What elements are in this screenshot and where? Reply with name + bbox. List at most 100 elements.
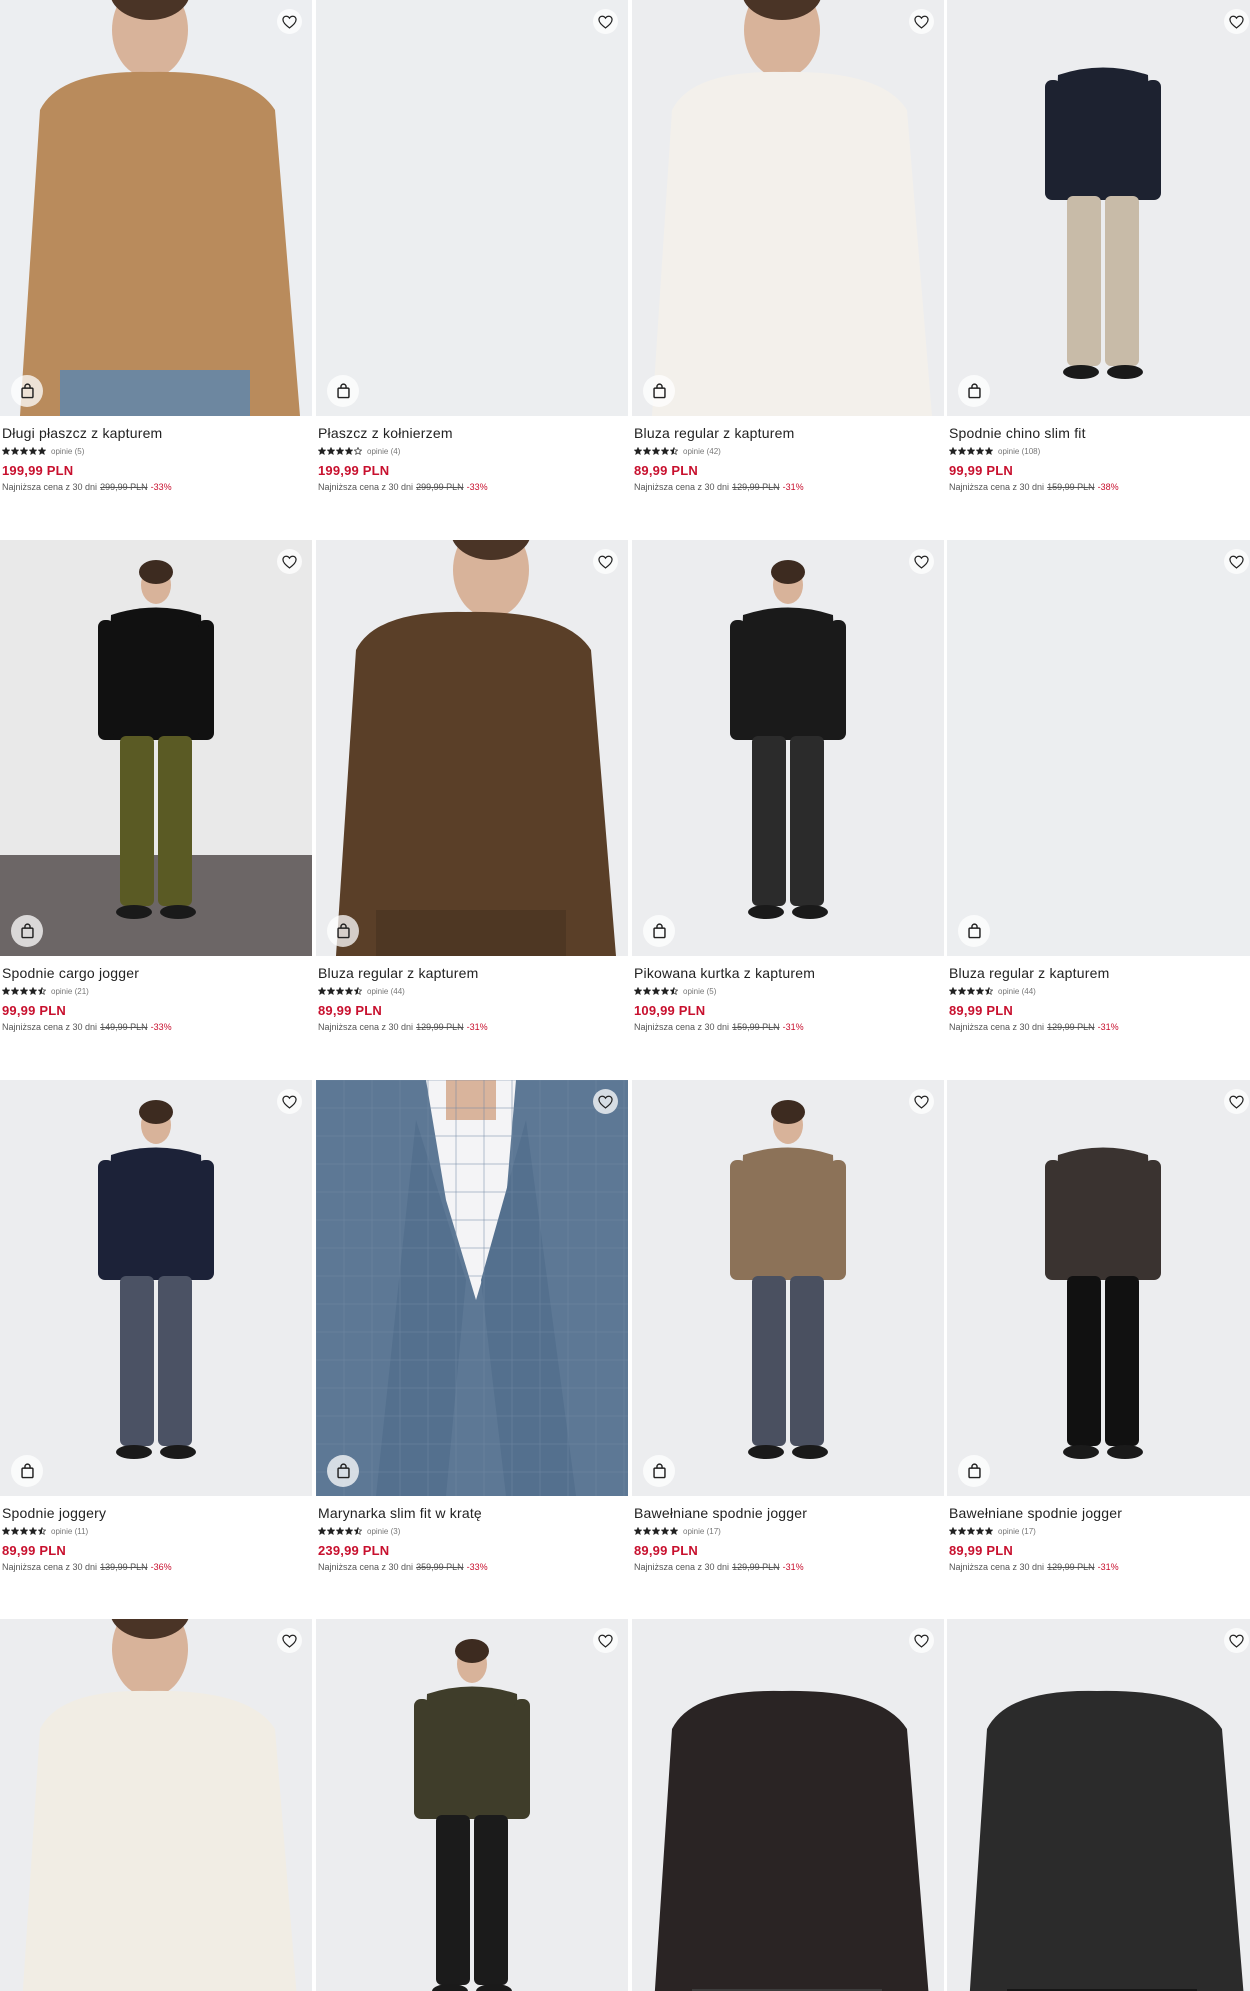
- star-icon: [643, 447, 651, 455]
- favorite-button[interactable]: [1224, 9, 1249, 34]
- favorite-button[interactable]: [909, 549, 934, 574]
- favorite-button[interactable]: [1224, 1628, 1249, 1653]
- add-to-cart-button[interactable]: [327, 375, 359, 407]
- add-to-cart-button[interactable]: [327, 1455, 359, 1487]
- product-name[interactable]: Bluza regular z kapturem: [318, 964, 626, 982]
- lowest-price-info: Najniższa cena z 30 dni 299,99 PLN -33%: [2, 482, 310, 492]
- favorite-button[interactable]: [277, 1628, 302, 1653]
- product-card[interactable]: Bawełniane spodnie jogger opinie (17) 89,9…: [632, 1080, 944, 1572]
- favorite-button[interactable]: [277, 9, 302, 34]
- product-card[interactable]: Bluza regular z kapturem opinie (42) 89,99…: [632, 0, 944, 492]
- reviews-count[interactable]: opinie (44): [998, 987, 1036, 996]
- rating-stars: [2, 1527, 46, 1535]
- reviews-count[interactable]: opinie (3): [367, 1527, 400, 1536]
- product-card[interactable]: Spodnie joggery opinie (11) 89,99 PLN Najni…: [0, 1080, 312, 1572]
- favorite-button[interactable]: [593, 1089, 618, 1114]
- product-card[interactable]: Spodnie cargo jogger opinie (21) 99,99 PLN…: [0, 540, 312, 1032]
- favorite-button[interactable]: [1224, 549, 1249, 574]
- product-name[interactable]: Bluza regular z kapturem: [949, 964, 1250, 982]
- favorite-button[interactable]: [593, 9, 618, 34]
- favorite-button[interactable]: [277, 1089, 302, 1114]
- lowest-price-label: Najniższa cena z 30 dni: [318, 482, 414, 492]
- lowest-price-info: Najniższa cena z 30 dni 149,99 PLN -33%: [2, 1022, 310, 1032]
- rating-stars: [2, 987, 46, 995]
- add-to-cart-button[interactable]: [11, 915, 43, 947]
- reviews-count[interactable]: opinie (17): [683, 1527, 721, 1536]
- add-to-cart-button[interactable]: [958, 375, 990, 407]
- discount-badge: -38%: [1097, 482, 1119, 492]
- product-name[interactable]: Spodnie joggery: [2, 1504, 310, 1522]
- product-photo: [0, 1080, 312, 1496]
- product-name[interactable]: Płaszcz z kołnierzem: [318, 424, 626, 442]
- reviews-count[interactable]: opinie (21): [51, 987, 89, 996]
- product-image[interactable]: [947, 1080, 1250, 1496]
- product-card[interactable]: [632, 1619, 944, 1991]
- product-card[interactable]: Bluza regular z kapturem opinie (44) 89,99…: [947, 540, 1250, 1032]
- product-card[interactable]: [0, 1619, 312, 1991]
- product-image[interactable]: [0, 540, 312, 956]
- favorite-button[interactable]: [277, 549, 302, 574]
- product-image[interactable]: [947, 0, 1250, 416]
- favorite-button[interactable]: [909, 9, 934, 34]
- product-name[interactable]: Marynarka slim fit w kratę: [318, 1504, 626, 1522]
- product-image[interactable]: [316, 1619, 628, 1991]
- reviews-count[interactable]: opinie (5): [683, 987, 716, 996]
- heart-icon: [1229, 1634, 1244, 1648]
- reviews-count[interactable]: opinie (44): [367, 987, 405, 996]
- product-image[interactable]: [947, 540, 1250, 956]
- add-to-cart-button[interactable]: [327, 915, 359, 947]
- add-to-cart-button[interactable]: [643, 1455, 675, 1487]
- add-to-cart-button[interactable]: [643, 375, 675, 407]
- product-image[interactable]: [0, 1080, 312, 1496]
- product-image[interactable]: [316, 1080, 628, 1496]
- favorite-button[interactable]: [909, 1628, 934, 1653]
- product-image[interactable]: [632, 0, 944, 416]
- heart-icon: [282, 555, 297, 569]
- product-card[interactable]: [947, 1619, 1250, 1991]
- product-name[interactable]: Pikowana kurtka z kapturem: [634, 964, 942, 982]
- product-name[interactable]: Bluza regular z kapturem: [634, 424, 942, 442]
- reviews-count[interactable]: opinie (108): [998, 447, 1040, 456]
- old-price: 129,99 PLN: [1047, 1022, 1095, 1032]
- heart-icon: [1229, 555, 1244, 569]
- product-card[interactable]: Spodnie chino slim fit opinie (108) 99,99 …: [947, 0, 1250, 492]
- add-to-cart-button[interactable]: [11, 1455, 43, 1487]
- product-card[interactable]: [316, 1619, 628, 1991]
- product-card[interactable]: Płaszcz z kołnierzem opinie (4) 199,99 PLN…: [316, 0, 628, 492]
- product-info: Bawełniane spodnie jogger opinie (17) 89,9…: [632, 1496, 944, 1572]
- favorite-button[interactable]: [593, 549, 618, 574]
- add-to-cart-button[interactable]: [643, 915, 675, 947]
- product-name[interactable]: Spodnie cargo jogger: [2, 964, 310, 982]
- product-image[interactable]: [0, 1619, 312, 1991]
- reviews-count[interactable]: opinie (42): [683, 447, 721, 456]
- favorite-button[interactable]: [1224, 1089, 1249, 1114]
- product-image[interactable]: [0, 0, 312, 416]
- product-card[interactable]: Długi płaszcz z kapturem opinie (5) 199,99…: [0, 0, 312, 492]
- product-image[interactable]: [632, 1080, 944, 1496]
- star-icon: [327, 1527, 335, 1535]
- product-card[interactable]: Marynarka slim fit w kratę opinie (3) 239,…: [316, 1080, 628, 1572]
- product-image[interactable]: [632, 540, 944, 956]
- product-name[interactable]: Spodnie chino slim fit: [949, 424, 1250, 442]
- product-photo: [316, 1080, 628, 1496]
- product-image[interactable]: [316, 0, 628, 416]
- add-to-cart-button[interactable]: [958, 915, 990, 947]
- favorite-button[interactable]: [593, 1628, 618, 1653]
- reviews-count[interactable]: opinie (17): [998, 1527, 1036, 1536]
- product-name[interactable]: Bawełniane spodnie jogger: [949, 1504, 1250, 1522]
- reviews-count[interactable]: opinie (5): [51, 447, 84, 456]
- product-image[interactable]: [947, 1619, 1250, 1991]
- product-card[interactable]: Bluza regular z kapturem opinie (44) 89,99…: [316, 540, 628, 1032]
- product-name[interactable]: Bawełniane spodnie jogger: [634, 1504, 942, 1522]
- favorite-button[interactable]: [909, 1089, 934, 1114]
- add-to-cart-button[interactable]: [958, 1455, 990, 1487]
- add-to-cart-button[interactable]: [11, 375, 43, 407]
- product-card[interactable]: Bawełniane spodnie jogger opinie (17) 89,9…: [947, 1080, 1250, 1572]
- product-card[interactable]: Pikowana kurtka z kapturem opinie (5) 109,…: [632, 540, 944, 1032]
- reviews-count[interactable]: opinie (4): [367, 447, 400, 456]
- product-image[interactable]: [632, 1619, 944, 1991]
- product-name[interactable]: Długi płaszcz z kapturem: [2, 424, 310, 442]
- lowest-price-label: Najniższa cena z 30 dni: [634, 1562, 730, 1572]
- reviews-count[interactable]: opinie (11): [51, 1527, 88, 1536]
- product-image[interactable]: [316, 540, 628, 956]
